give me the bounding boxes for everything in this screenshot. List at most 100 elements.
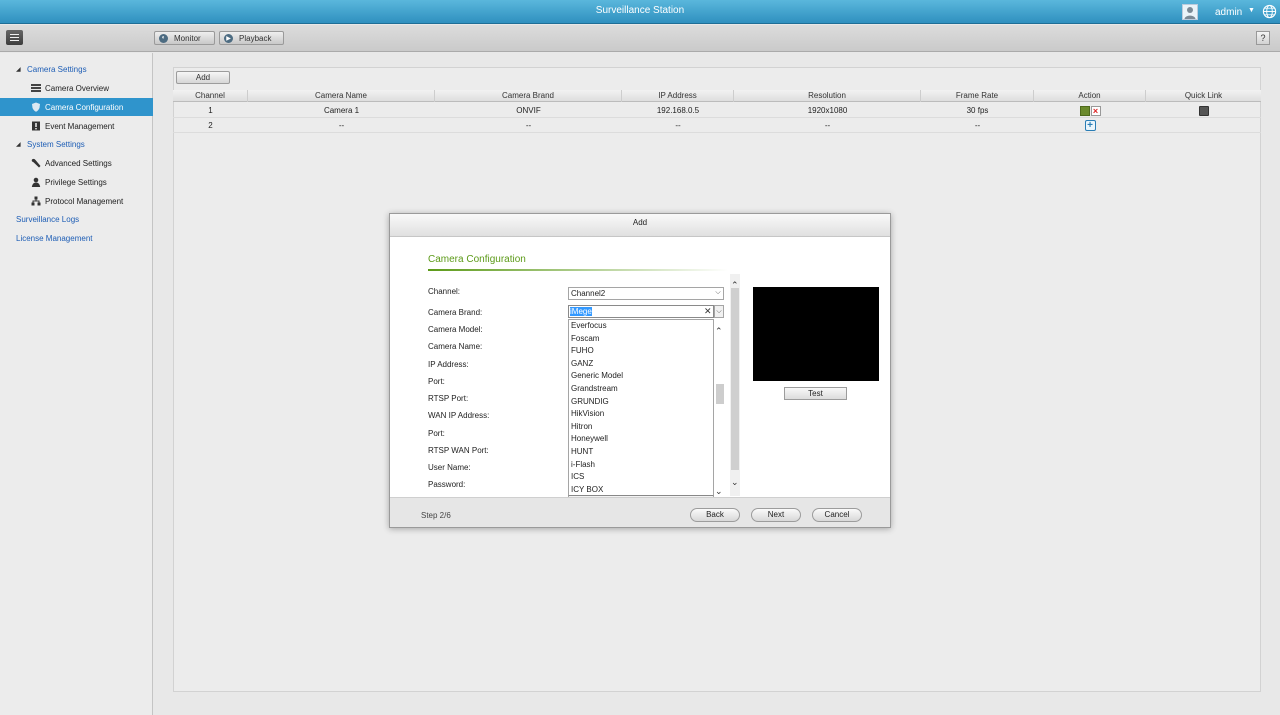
chevron-down-icon[interactable]: ⌵ <box>714 305 724 318</box>
column-header[interactable]: Action <box>1034 90 1146 102</box>
test-button[interactable]: Test <box>784 387 847 400</box>
channel-select[interactable]: Channel2 <box>568 287 724 300</box>
list-item[interactable]: HUNT <box>569 446 713 459</box>
scrollbar-thumb[interactable] <box>716 384 724 404</box>
chevron-up-icon[interactable]: ⌃ <box>715 326 723 337</box>
network-icon <box>31 196 41 206</box>
camera-name-label: Camera Name: <box>428 342 483 351</box>
camera-brand-input[interactable]: iMege <box>568 305 714 318</box>
cell-frame-rate: -- <box>974 121 981 130</box>
column-header[interactable]: IP Address <box>622 90 734 102</box>
edit-icon[interactable] <box>1079 105 1090 116</box>
sidebar-group-label: System Settings <box>27 140 85 149</box>
list-item[interactable]: Foscam <box>569 333 713 346</box>
monitor-button[interactable]: ◐ Monitor <box>154 31 215 45</box>
alert-icon <box>32 121 40 131</box>
list-item[interactable]: Generic Model <box>569 370 713 383</box>
section-title: Camera Configuration <box>428 254 526 265</box>
sidebar-item-camera-overview[interactable]: Camera Overview <box>0 79 153 97</box>
list-item[interactable]: GANZ <box>569 358 713 371</box>
add-camera-icon[interactable]: + <box>1084 120 1096 132</box>
sidebar-group-system-settings[interactable]: ◢ System Settings <box>16 140 85 149</box>
add-camera-button[interactable]: Add <box>176 71 230 84</box>
chevron-down-icon[interactable]: ⌵ <box>713 287 723 300</box>
cell-camera-brand: -- <box>525 121 532 130</box>
title-bar: Surveillance Station admin ▼ <box>0 0 1280 24</box>
list-item[interactable]: Grandstream <box>569 383 713 396</box>
column-header[interactable]: Camera Brand <box>435 90 622 102</box>
sidebar-item-advanced-settings[interactable]: Advanced Settings <box>0 154 153 172</box>
list-item[interactable]: Everfocus <box>569 320 713 333</box>
cell-camera-brand: ONVIF <box>516 106 541 115</box>
sidebar: ◢ Camera Settings Camera Overview Camera… <box>0 53 153 715</box>
toolbar: ◐ Monitor ▶ Playback ? <box>0 25 1280 52</box>
cancel-button[interactable]: Cancel <box>812 508 862 522</box>
sidebar-item-label: Protocol Management <box>45 196 124 206</box>
chevron-down-icon[interactable]: ⌄ <box>731 477 739 488</box>
list-item[interactable]: FUHO <box>569 345 713 358</box>
step-indicator: Step 2/6 <box>421 511 451 520</box>
dialog-footer: Step 2/6 Back Next Cancel <box>390 497 890 527</box>
sidebar-item-protocol-management[interactable]: Protocol Management <box>0 192 153 210</box>
camera-model-label: Camera Model: <box>428 325 483 334</box>
sidebar-group-camera-settings[interactable]: ◢ Camera Settings <box>16 65 87 74</box>
next-button[interactable]: Next <box>751 508 801 522</box>
cell-resolution: 1920x1080 <box>807 106 848 115</box>
help-button[interactable]: ? <box>1256 31 1270 45</box>
column-header[interactable]: Channel <box>173 90 248 102</box>
chevron-up-icon[interactable]: ⌃ <box>731 280 739 291</box>
sidebar-item-camera-configuration[interactable]: Camera Configuration <box>0 98 153 116</box>
list-item[interactable]: Honeywell <box>569 433 713 446</box>
cell-channel: 2 <box>208 121 213 130</box>
list-item[interactable]: i-Flash <box>569 459 713 472</box>
clear-icon[interactable]: ✕ <box>704 306 712 317</box>
section-divider <box>428 269 728 271</box>
cell-resolution: -- <box>824 121 831 130</box>
user-menu-caret-icon[interactable]: ▼ <box>1248 7 1255 14</box>
sidebar-link-surveillance-logs[interactable]: Surveillance Logs <box>16 215 79 224</box>
shield-icon <box>32 102 40 112</box>
list-item[interactable]: ICS <box>569 471 713 484</box>
back-button[interactable]: Back <box>690 508 740 522</box>
collapse-triangle-icon: ◢ <box>16 67 21 73</box>
brand-input-value: iMege <box>570 307 592 316</box>
column-header[interactable]: Quick Link <box>1146 90 1261 102</box>
camera-table-header: Channel Camera Name Camera Brand IP Addr… <box>173 90 1261 102</box>
table-row[interactable]: 2 -- -- -- -- -- + <box>173 118 1261 133</box>
dialog-title: Add <box>390 214 890 237</box>
playback-button[interactable]: ▶ Playback <box>219 31 284 45</box>
sidebar-item-privilege-settings[interactable]: Privilege Settings <box>0 173 153 191</box>
sidebar-item-event-management[interactable]: Event Management <box>0 117 153 135</box>
user-name-label: User Name: <box>428 463 471 472</box>
monitor-label: Monitor <box>174 33 201 43</box>
column-header[interactable]: Frame Rate <box>921 90 1034 102</box>
menu-toggle-icon[interactable] <box>6 30 23 45</box>
list-item[interactable]: HikVision <box>569 408 713 421</box>
form-scrollbar[interactable] <box>730 274 740 496</box>
list-item[interactable]: GRUNDIG <box>569 396 713 409</box>
column-header[interactable]: Camera Name <box>248 90 435 102</box>
user-name[interactable]: admin <box>1215 7 1242 18</box>
rtsp-port-label: RTSP Port: <box>428 394 469 403</box>
chevron-down-icon[interactable]: ⌄ <box>715 486 723 497</box>
channel-label: Channel: <box>428 287 461 296</box>
cell-ip-address: 192.168.0.5 <box>656 106 700 115</box>
globe-icon[interactable] <box>1262 4 1277 19</box>
quick-link-icon[interactable] <box>1198 105 1209 116</box>
rtsp-wan-port-label: RTSP WAN Port: <box>428 446 489 455</box>
cell-channel: 1 <box>208 106 213 115</box>
list-icon <box>31 84 41 92</box>
table-row[interactable]: 1 Camera 1 ONVIF 192.168.0.5 1920x1080 3… <box>173 103 1261 118</box>
user-avatar-icon[interactable] <box>1182 4 1198 20</box>
cell-camera-name: -- <box>338 121 345 130</box>
delete-icon[interactable]: × <box>1090 105 1101 116</box>
monitor-icon: ◐ <box>159 33 168 43</box>
list-item[interactable]: Hitron <box>569 421 713 434</box>
play-icon: ▶ <box>224 33 233 43</box>
scrollbar-thumb[interactable] <box>731 288 739 470</box>
cell-action: + <box>1034 118 1146 133</box>
dropdown-scrollbar[interactable] <box>714 328 726 496</box>
column-header[interactable]: Resolution <box>734 90 921 102</box>
app-title: Surveillance Station <box>595 5 685 16</box>
sidebar-link-license-management[interactable]: License Management <box>16 234 93 243</box>
